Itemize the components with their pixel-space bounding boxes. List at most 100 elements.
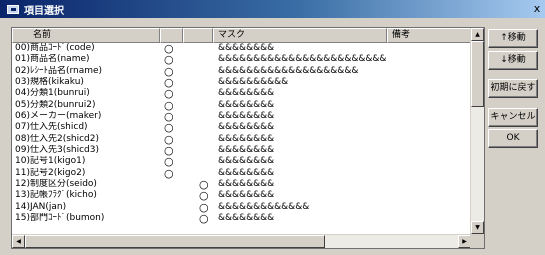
row-name-cell: 10)記号1(kigo1) xyxy=(15,156,86,167)
row-flag2-cell: ○ xyxy=(183,211,213,225)
row-flag1-cell: ○ xyxy=(160,167,183,179)
row-mask-cell: &&&&&&&& xyxy=(218,156,275,167)
row-flag2-cell xyxy=(183,77,213,88)
row-note-cell xyxy=(387,134,471,145)
table-row[interactable]: 12)制度区分(seido) ○ &&&&&&&& xyxy=(12,178,471,191)
vertical-scrollbar[interactable]: ▲ ▼ xyxy=(470,28,484,234)
table-row[interactable]: 04)分類1(bunrui) ○ &&&&&&&& xyxy=(12,88,471,100)
move-up-button[interactable]: ↑移動 xyxy=(488,29,538,48)
row-mask-cell: &&&&&&&& xyxy=(218,178,275,189)
circle-mark-icon: ○ xyxy=(199,189,209,203)
row-note-cell xyxy=(387,77,471,88)
table-row[interactable]: 11)記号2(kigo2) ○ &&&&&&&& xyxy=(12,167,471,179)
column-header-flag1[interactable] xyxy=(160,28,183,43)
table-row[interactable]: 13)記帳ﾌﾗｸﾞ(kicho) ○ &&&&&&&& xyxy=(12,189,471,203)
row-mask-cell: &&&&&&&&&& xyxy=(218,76,289,87)
row-mask-cell: &&&&&&&& xyxy=(218,212,275,223)
row-mask-cell: &&&&&&&& xyxy=(218,167,275,178)
table-row[interactable]: 14)JAN(jan) ○ &&&&&&&&&&&&& xyxy=(12,201,471,213)
row-flag1-cell xyxy=(160,190,183,201)
cancel-button[interactable]: キャンセル xyxy=(488,108,538,127)
circle-mark-icon: ○ xyxy=(164,121,174,135)
row-note-cell xyxy=(387,202,471,213)
vertical-scroll-thumb[interactable] xyxy=(471,41,484,107)
row-note-cell xyxy=(387,43,471,54)
title-bar[interactable]: 項目選択 x xyxy=(0,0,545,18)
row-flag2-cell xyxy=(183,88,213,99)
row-name-cell: 01)商品名(name) xyxy=(15,54,90,65)
row-mask-cell: &&&&&&&& xyxy=(218,144,275,155)
scroll-down-icon[interactable]: ▼ xyxy=(471,221,484,234)
column-header-mask[interactable]: マスク xyxy=(213,28,387,43)
row-note-cell xyxy=(387,100,471,111)
window-title: 項目選択 xyxy=(24,5,64,17)
row-mask-cell: &&&&&&&& xyxy=(218,88,275,99)
table-row[interactable]: 05)分類2(bunrui2) ○ &&&&&&&& xyxy=(12,99,471,111)
horizontal-scroll-thumb[interactable] xyxy=(25,235,325,248)
move-down-button[interactable]: ↓移動 xyxy=(488,51,538,70)
row-name-cell: 15)部門ｺｰﾄﾞ(bumon) xyxy=(15,212,105,223)
table-row[interactable]: 01)商品名(name) ○ &&&&&&&&&&&&&&&&&&&&&&&&&&.… xyxy=(12,54,471,66)
row-name-cell: 14)JAN(jan) xyxy=(15,201,67,212)
column-header-flag2[interactable] xyxy=(183,28,213,43)
row-name-cell: 00)商品ｺｰﾄﾞ(code) xyxy=(15,43,95,53)
row-mask-cell: &&&&&&&& xyxy=(218,43,275,53)
row-mask-cell: &&&&&&&&&&&&& xyxy=(218,201,310,212)
row-name-cell: 03)規格(kikaku) xyxy=(15,76,84,87)
item-list[interactable]: 名前 マスク 備考 00)商品ｺｰﾄﾞ(code) ○ &&&&&&&& 01)商品名… xyxy=(11,27,485,249)
row-flag2-cell xyxy=(183,54,213,65)
row-name-cell: 02)ﾚｼｰﾄ品名(rname) xyxy=(15,65,103,76)
table-row[interactable]: 00)商品ｺｰﾄﾞ(code) ○ &&&&&&&& xyxy=(12,43,471,55)
row-note-cell xyxy=(387,88,471,99)
row-flag2-cell xyxy=(183,156,213,167)
row-name-cell: 07)仕入先(shicd) xyxy=(15,122,88,133)
column-header-name[interactable]: 名前 xyxy=(12,28,160,43)
row-name-cell: 06)メーカー(maker) xyxy=(15,110,102,121)
row-name-cell: 12)制度区分(seido) xyxy=(15,178,97,189)
reset-button[interactable]: 初期に戻す xyxy=(488,79,538,98)
circle-mark-icon: ○ xyxy=(199,211,209,225)
row-note-cell xyxy=(387,145,471,156)
row-flag1-cell: ○ xyxy=(160,121,183,135)
row-note-cell xyxy=(387,179,471,190)
row-note-cell xyxy=(387,54,471,65)
row-flag1-cell: ○ xyxy=(160,88,183,100)
scroll-left-icon[interactable]: ◀ xyxy=(12,235,25,248)
table-row[interactable]: 06)メーカー(maker) ○ &&&&&&&& xyxy=(12,110,471,123)
ok-button[interactable]: OK xyxy=(488,129,538,148)
close-button[interactable]: x xyxy=(531,3,543,15)
row-mask-cell: &&&&&&&&&&&&&&&&&&&&&&&&&&... xyxy=(218,54,387,65)
window-icon xyxy=(7,4,19,14)
row-flag1-cell xyxy=(160,213,183,224)
table-row[interactable]: 09)仕入先3(shicd3) ○ &&&&&&&& xyxy=(12,144,471,157)
table-row[interactable]: 02)ﾚｼｰﾄ品名(rname) ○ &&&&&&&&&&&&&&&&&&&& xyxy=(12,65,471,77)
row-name-cell: 04)分類1(bunrui) xyxy=(15,88,90,99)
table-row[interactable]: 15)部門ｺｰﾄﾞ(bumon) ○ &&&&&&&& xyxy=(12,211,471,225)
row-flag2-cell: ○ xyxy=(183,189,213,203)
column-header-note[interactable]: 備考 xyxy=(387,28,471,43)
list-header: 名前 マスク 備考 xyxy=(12,28,471,43)
row-mask-cell: &&&&&&&& xyxy=(218,133,275,144)
row-name-cell: 13)記帳ﾌﾗｸﾞ(kicho) xyxy=(15,190,97,201)
row-flag1-cell xyxy=(160,202,183,213)
table-row[interactable]: 07)仕入先(shicd) ○ &&&&&&&& xyxy=(12,121,471,135)
table-row[interactable]: 10)記号1(kigo1) ○ &&&&&&&& xyxy=(12,156,471,168)
scroll-corner xyxy=(470,234,484,248)
row-flag2-cell xyxy=(183,134,213,145)
scroll-up-icon[interactable]: ▲ xyxy=(471,28,484,41)
row-flag1-cell: ○ xyxy=(160,156,183,168)
row-note-cell xyxy=(387,111,471,122)
row-mask-cell: &&&&&&&& xyxy=(218,122,275,133)
row-name-cell: 05)分類2(bunrui2) xyxy=(15,99,96,110)
row-flag2-cell xyxy=(183,43,213,54)
row-flag1-cell: ○ xyxy=(160,54,183,66)
row-mask-cell: &&&&&&&& xyxy=(218,99,275,110)
row-mask-cell: &&&&&&&& xyxy=(218,110,275,121)
row-flag2-cell xyxy=(183,111,213,122)
horizontal-scrollbar[interactable]: ◀ ▶ xyxy=(12,234,471,248)
row-note-cell xyxy=(387,66,471,77)
table-row[interactable]: 08)仕入先2(shicd2) ○ &&&&&&&& xyxy=(12,133,471,145)
item-selection-dialog: 項目選択 x 名前 マスク 備考 00)商品ｺｰﾄﾞ(code) ○ &&&&&&&… xyxy=(0,0,545,255)
row-note-cell xyxy=(387,168,471,179)
table-row[interactable]: 03)規格(kikaku) ○ &&&&&&&&&& xyxy=(12,76,471,89)
